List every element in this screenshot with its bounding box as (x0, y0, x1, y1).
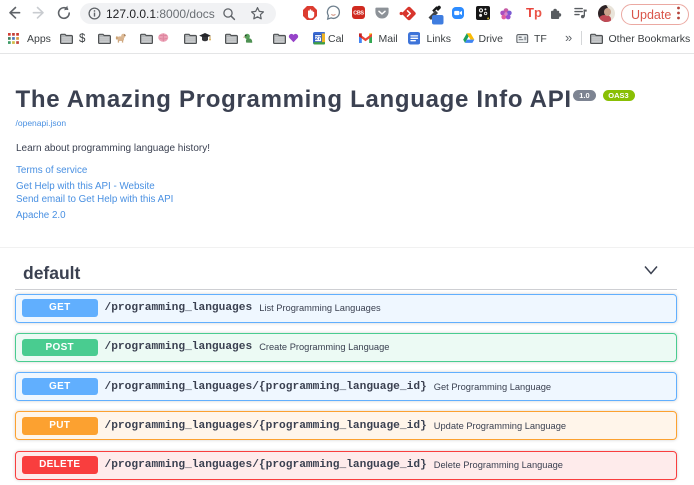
svg-text:CBS: CBS (353, 11, 364, 17)
svg-text:27: 27 (315, 36, 321, 42)
